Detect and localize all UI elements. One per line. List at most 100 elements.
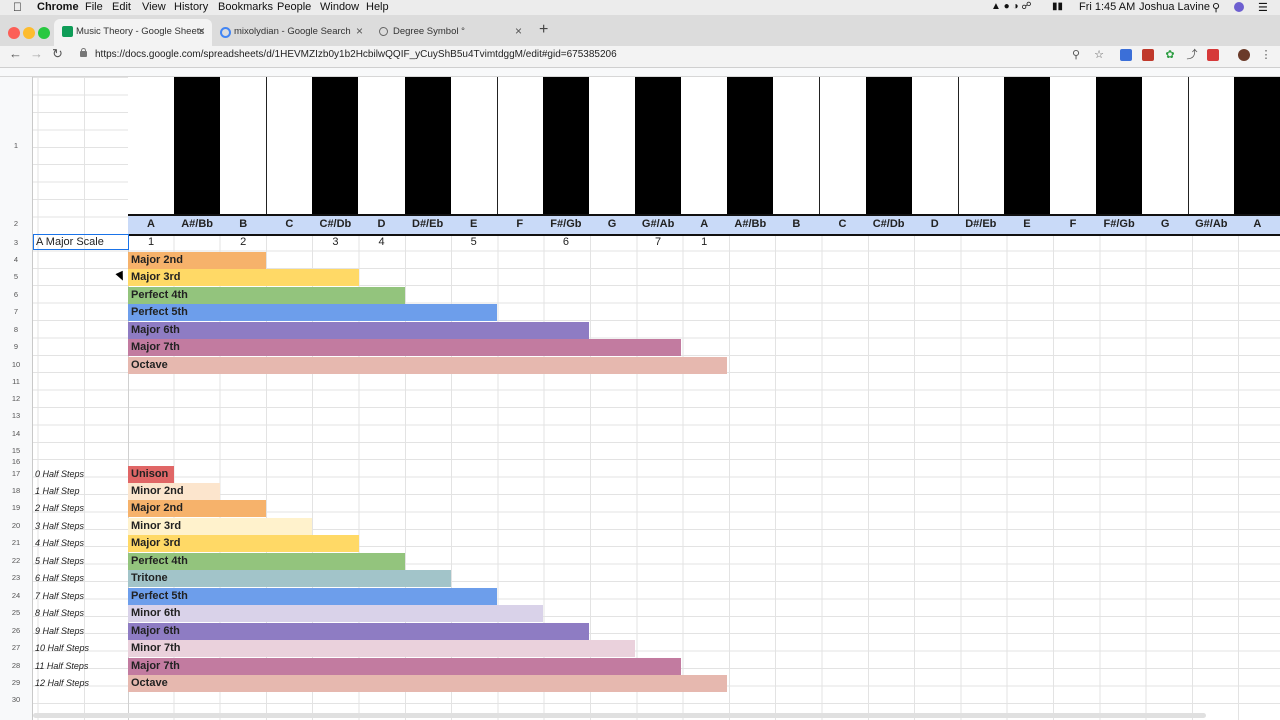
interval-bar[interactable]: Major 6th <box>128 321 589 339</box>
half-steps-label[interactable]: 6 Half Steps <box>35 573 84 583</box>
zoom-window-icon[interactable] <box>38 27 50 39</box>
row-number[interactable]: 16 <box>0 457 32 466</box>
row-number[interactable]: 7 <box>0 307 32 316</box>
half-steps-label[interactable]: 8 Half Steps <box>35 608 84 618</box>
interval-bar[interactable]: Perfect 4th <box>128 286 405 304</box>
note-name[interactable]: C#/Db <box>312 218 358 230</box>
evernote-icon[interactable]: ✿ <box>1164 49 1176 61</box>
half-steps-label[interactable]: 3 Half Steps <box>35 521 84 531</box>
tab-degree-symbol[interactable]: Degree Symbol ° × <box>371 19 529 46</box>
half-steps-label[interactable]: 2 Half Steps <box>35 503 84 513</box>
column-headers[interactable] <box>0 68 1280 77</box>
menu-list-icon[interactable]: ☰ <box>1258 1 1268 14</box>
row-number[interactable]: 5 <box>0 272 32 281</box>
half-steps-label[interactable]: 12 Half Steps <box>35 678 89 688</box>
interval-bar[interactable]: Tritone <box>128 569 451 587</box>
note-name[interactable]: A <box>1234 218 1280 230</box>
row-number[interactable]: 2 <box>0 219 32 228</box>
note-name[interactable]: A <box>128 218 174 230</box>
row-number[interactable]: 14 <box>0 429 32 438</box>
tab-mixolydian[interactable]: mixolydian - Google Search × <box>212 19 370 46</box>
note-name[interactable]: C <box>266 218 312 230</box>
half-steps-label[interactable]: 10 Half Steps <box>35 643 89 653</box>
half-steps-label[interactable]: 9 Half Steps <box>35 626 84 636</box>
horizontal-scrollbar[interactable] <box>33 713 1206 718</box>
row-number[interactable]: 22 <box>0 556 32 565</box>
interval-bar[interactable]: Octave <box>128 356 728 374</box>
note-name[interactable]: A#/Bb <box>174 218 220 230</box>
row-number[interactable]: 8 <box>0 325 32 334</box>
menu-help[interactable]: Help <box>366 1 389 13</box>
row-number[interactable]: 28 <box>0 661 32 670</box>
siri-icon[interactable] <box>1234 2 1244 12</box>
half-steps-label[interactable]: 0 Half Steps <box>35 469 84 479</box>
note-name[interactable]: D#/Eb <box>405 218 451 230</box>
row-number[interactable]: 17 <box>0 469 32 478</box>
interval-bar[interactable]: Major 3rd <box>128 534 359 552</box>
row-number[interactable]: 21 <box>0 538 32 547</box>
menu-bookmarks[interactable]: Bookmarks <box>218 1 273 13</box>
interval-bar[interactable]: Major 7th <box>128 338 682 356</box>
note-name[interactable]: F#/Gb <box>543 218 589 230</box>
row-number[interactable]: 30 <box>0 695 32 704</box>
extension-red-icon[interactable] <box>1142 49 1154 61</box>
half-steps-label[interactable]: 5 Half Steps <box>35 556 84 566</box>
note-name[interactable]: E <box>451 218 497 230</box>
profile-avatar[interactable] <box>1238 49 1250 61</box>
note-name[interactable]: G <box>589 218 635 230</box>
close-tab-icon[interactable]: × <box>356 24 363 38</box>
scale-degree[interactable]: 1 <box>128 236 174 248</box>
back-arrow-icon[interactable]: ← <box>9 46 22 61</box>
note-name[interactable]: D <box>912 218 958 230</box>
scale-degree[interactable]: 2 <box>220 236 266 248</box>
note-name[interactable]: E <box>1004 218 1050 230</box>
row-number[interactable]: 27 <box>0 643 32 652</box>
menu-history[interactable]: History <box>174 1 208 13</box>
menu-view[interactable]: View <box>142 1 166 13</box>
interval-bar[interactable]: Major 2nd <box>128 251 267 269</box>
row-number[interactable]: 9 <box>0 342 32 351</box>
row-number[interactable]: 24 <box>0 591 32 600</box>
row-number[interactable]: 3 <box>0 238 32 247</box>
menu-file[interactable]: File <box>85 1 103 13</box>
row-headers[interactable]: 1 2 3 4 5 6 7 8 9 10 11 12 13 14 15 16 17 18 19 20 21 22 23 24 2… <box>0 77 33 720</box>
menu-dots-icon[interactable]: ⋮ <box>1260 49 1272 61</box>
note-name[interactable]: F#/Gb <box>1096 218 1142 230</box>
note-name[interactable]: F <box>497 218 543 230</box>
half-steps-label[interactable]: 7 Half Steps <box>35 591 84 601</box>
scale-label-cell[interactable]: A Major Scale <box>33 234 129 250</box>
interval-bar[interactable]: Minor 7th <box>128 639 636 657</box>
forward-arrow-icon[interactable]: → <box>30 46 43 61</box>
extension-calendar-icon[interactable] <box>1120 49 1132 61</box>
note-name[interactable]: D <box>359 218 405 230</box>
close-tab-icon[interactable]: × <box>515 24 522 38</box>
interval-bar[interactable]: Major 7th <box>128 657 682 675</box>
scale-degree[interactable]: 4 <box>359 236 405 248</box>
address-bar[interactable]: https://docs.google.com/spreadsheets/d/1… <box>95 49 617 60</box>
row-number[interactable]: 1 <box>0 141 32 150</box>
row-number[interactable]: 11 <box>0 377 32 386</box>
scale-degree[interactable]: 5 <box>451 236 497 248</box>
menu-edit[interactable]: Edit <box>112 1 131 13</box>
new-tab-button[interactable]: + <box>539 21 548 39</box>
row-number[interactable]: 18 <box>0 486 32 495</box>
menu-window[interactable]: Window <box>320 1 359 13</box>
note-name[interactable]: A#/Bb <box>727 218 773 230</box>
row-number[interactable]: 6 <box>0 290 32 299</box>
note-name[interactable]: B <box>773 218 819 230</box>
row-number[interactable]: 10 <box>0 360 32 369</box>
tab-music-theory[interactable]: Music Theory - Google Sheets × <box>54 19 212 46</box>
interval-bar[interactable]: Minor 6th <box>128 604 543 622</box>
close-tab-icon[interactable]: × <box>198 24 205 38</box>
note-names-row[interactable]: A A#/Bb B C C#/Db D D#/Eb E F F#/Gb G G#/Ab A A#/Bb B C… <box>128 214 1280 236</box>
note-name[interactable]: C <box>820 218 866 230</box>
reload-icon[interactable]: ↻ <box>52 46 63 62</box>
menu-people[interactable]: People <box>277 1 311 13</box>
row-number[interactable]: 26 <box>0 626 32 635</box>
spotlight-icon[interactable]: ⚲ <box>1212 1 1220 14</box>
note-name[interactable]: D#/Eb <box>958 218 1004 230</box>
half-steps-label[interactable]: 4 Half Steps <box>35 538 84 548</box>
row-number[interactable]: 23 <box>0 573 32 582</box>
interval-bar[interactable]: Major 3rd <box>128 268 359 286</box>
zoom-icon[interactable]: ⚲ <box>1070 49 1082 61</box>
